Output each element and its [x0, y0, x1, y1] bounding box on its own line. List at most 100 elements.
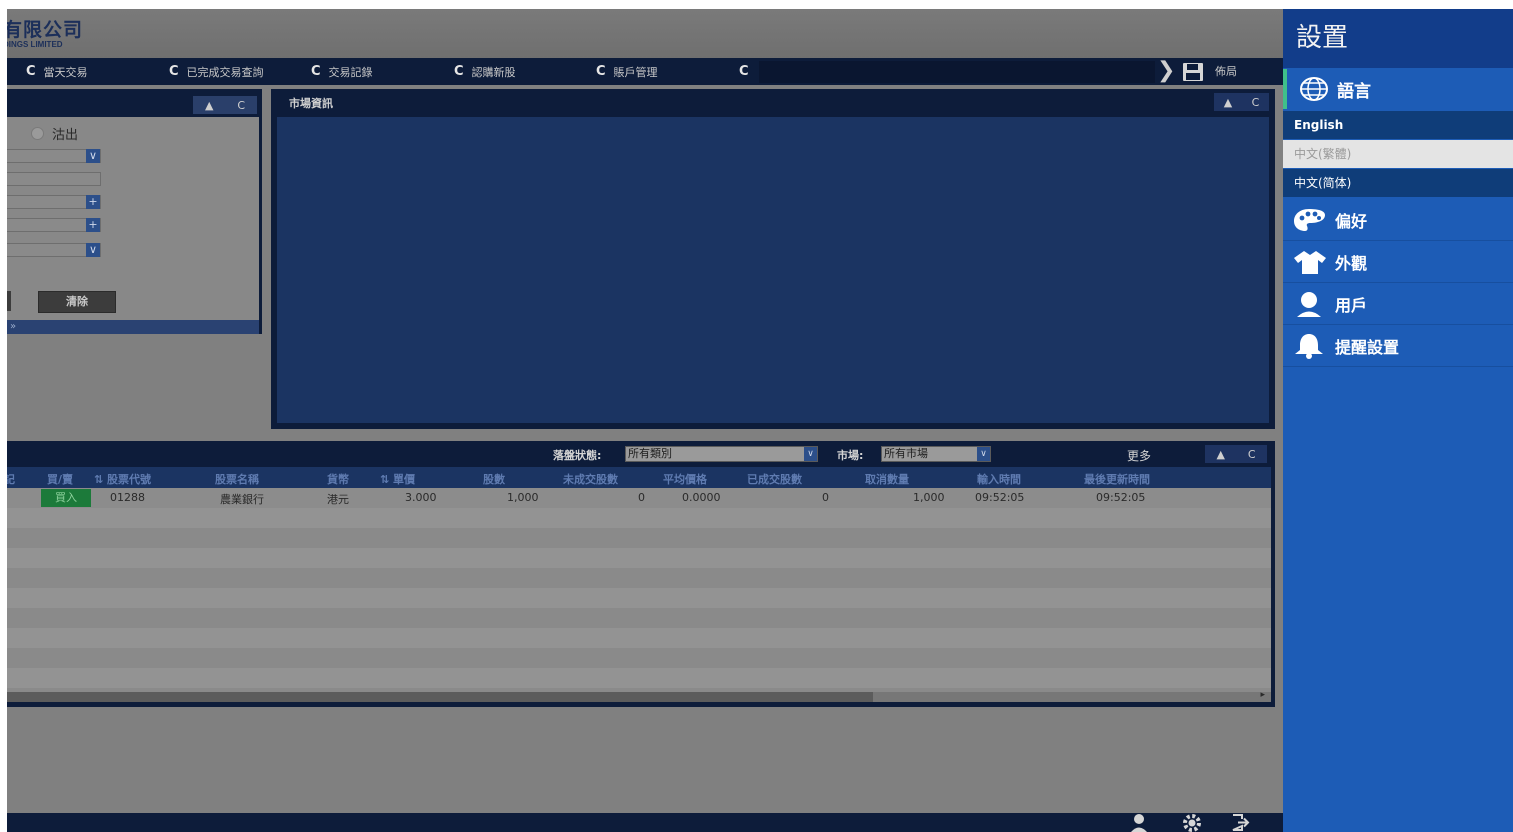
- more-link[interactable]: 更多: [1127, 447, 1151, 464]
- panel-controls: ▲ C: [193, 96, 257, 114]
- gear-icon[interactable]: [1182, 813, 1202, 832]
- settings-item-preferences[interactable]: 偏好: [1283, 199, 1513, 241]
- settings-drawer: 設置 語言 English 中文(繁體) 中文(简体) 偏好 外觀 用戶 提醒設…: [1283, 9, 1513, 832]
- language-option-simplified-chinese[interactable]: 中文(简体): [1283, 169, 1513, 197]
- refresh-icon[interactable]: C: [237, 99, 245, 112]
- tab-ipo-subscription[interactable]: C 認購新股: [454, 58, 516, 85]
- horizontal-scrollbar[interactable]: ▸: [7, 690, 1271, 702]
- column-header[interactable]: ⇅ 單價: [380, 471, 415, 487]
- column-header[interactable]: ⇅ 股票代號: [94, 471, 151, 487]
- market-filter-select[interactable]: 所有市場 ∨: [881, 446, 991, 462]
- logout-icon[interactable]: [1231, 813, 1251, 832]
- refresh-icon[interactable]: C: [169, 64, 179, 79]
- order-panel-header: ▲ C: [7, 92, 259, 117]
- header-bar: 有限公司 DINGS LIMITED: [7, 9, 1283, 58]
- unfilled-cell: 0: [638, 491, 645, 504]
- submit-button[interactable]: [7, 291, 11, 311]
- radio-button[interactable]: [31, 127, 44, 140]
- order-status-select[interactable]: 所有類別 ∨: [625, 446, 818, 462]
- orders-panel: 落盤狀態: 所有類別 ∨ 市場: 所有市場 ∨ 更多 ▲ C 記 買/賣 ⇅ 股…: [7, 441, 1275, 707]
- sell-radio-option[interactable]: 沽出: [31, 124, 78, 143]
- collapse-icon[interactable]: ▲: [1224, 96, 1232, 109]
- orders-table-body: 買入 01288 農業銀行 港元 3.000 1,000 0 0.0000 0 …: [7, 488, 1271, 698]
- settings-item-appearance[interactable]: 外觀: [1283, 241, 1513, 283]
- column-header[interactable]: 平均價格: [663, 471, 707, 487]
- chevron-down-icon[interactable]: ∨: [86, 149, 100, 163]
- avg-price-cell: 0.0000: [682, 491, 721, 504]
- table-row: [7, 508, 1271, 528]
- stepper-field-1[interactable]: +: [7, 195, 101, 209]
- table-row: [7, 548, 1271, 568]
- orders-toolbar: 落盤狀態: 所有類別 ∨ 市場: 所有市場 ∨ 更多 ▲ C: [7, 441, 1275, 467]
- language-option-traditional-chinese[interactable]: 中文(繁體): [1283, 140, 1513, 168]
- scroll-right-icon[interactable]: ▸: [1260, 690, 1265, 700]
- order-status-value: 所有類別: [628, 447, 672, 460]
- text-field[interactable]: [7, 172, 101, 186]
- tab-label: 已完成交易查詢: [186, 65, 264, 79]
- panel-controls: ▲ C: [1214, 93, 1269, 111]
- input-time-cell: 09:52:05: [975, 491, 1025, 504]
- footer-bar: [7, 813, 1283, 832]
- palette-icon: [1294, 208, 1325, 231]
- refresh-icon[interactable]: C: [26, 64, 36, 79]
- order-status-label: 落盤狀態:: [553, 449, 602, 462]
- refresh-icon[interactable]: C: [739, 64, 749, 79]
- column-header[interactable]: 最後更新時間: [1084, 471, 1150, 487]
- column-header[interactable]: 貨幣: [327, 471, 349, 487]
- dropdown-field-1[interactable]: ∨: [7, 149, 101, 163]
- company-logo: 有限公司 DINGS LIMITED: [7, 21, 83, 49]
- scrollbar-thumb[interactable]: [7, 692, 873, 702]
- tab-label: 認購新股: [471, 65, 516, 79]
- tab-extra[interactable]: C: [739, 58, 757, 85]
- market-filter-label: 市場:: [837, 449, 864, 462]
- refresh-icon[interactable]: C: [454, 64, 464, 79]
- expand-icon[interactable]: »: [10, 321, 16, 332]
- settings-item-user[interactable]: 用戶: [1283, 283, 1513, 325]
- column-header[interactable]: 已成交股數: [747, 471, 802, 487]
- market-info-content: [277, 117, 1269, 423]
- refresh-icon[interactable]: C: [1252, 96, 1260, 109]
- language-option-english[interactable]: English: [1283, 111, 1513, 139]
- stock-name-cell: 農業銀行: [220, 493, 264, 506]
- chevron-down-icon[interactable]: ∨: [977, 447, 990, 461]
- column-header[interactable]: 輸入時間: [977, 471, 1021, 487]
- bell-icon: [1295, 333, 1323, 359]
- table-row[interactable]: 買入 01288 農業銀行 港元 3.000 1,000 0 0.0000 0 …: [7, 488, 1271, 508]
- plus-icon[interactable]: +: [86, 195, 100, 209]
- chevron-right-icon[interactable]: ❯: [1157, 59, 1175, 83]
- save-icon[interactable]: [1183, 63, 1203, 81]
- column-header[interactable]: 未成交股數: [563, 471, 618, 487]
- collapse-icon[interactable]: ▲: [205, 99, 213, 112]
- table-row: [7, 668, 1271, 688]
- refresh-icon[interactable]: C: [1248, 448, 1256, 461]
- market-info-panel: 市場資訊 ▲ C: [271, 89, 1275, 429]
- column-header[interactable]: 取消數量: [865, 471, 909, 487]
- stepper-field-2[interactable]: +: [7, 218, 101, 232]
- refresh-icon[interactable]: C: [311, 64, 321, 79]
- table-row: [7, 608, 1271, 628]
- user-icon[interactable]: [1129, 813, 1149, 832]
- column-header[interactable]: 股票名稱: [215, 471, 259, 487]
- layout-label[interactable]: 佈局: [1215, 58, 1237, 85]
- table-row: [7, 588, 1271, 608]
- chevron-down-icon[interactable]: ∨: [86, 243, 100, 257]
- market-filter-value: 所有市場: [884, 447, 928, 460]
- tab-account-management[interactable]: C 賬戶管理: [596, 58, 658, 85]
- dropdown-field-2[interactable]: ∨: [7, 243, 101, 257]
- table-row: [7, 628, 1271, 648]
- tab-today-trades[interactable]: C 當天交易: [26, 58, 88, 85]
- settings-item-alerts[interactable]: 提醒設置: [1283, 325, 1513, 367]
- settings-item-label: 用戶: [1335, 295, 1368, 315]
- tab-completed-trades[interactable]: C 已完成交易查詢: [169, 58, 264, 85]
- settings-item-label: 提醒設置: [1335, 337, 1400, 357]
- collapse-icon[interactable]: ▲: [1216, 448, 1224, 461]
- tab-trade-records[interactable]: C 交易記錄: [311, 58, 373, 85]
- column-header[interactable]: 買/賣: [47, 471, 73, 487]
- column-header[interactable]: 股數: [483, 471, 505, 487]
- language-section-header[interactable]: 語言: [1283, 69, 1513, 109]
- column-header[interactable]: 記: [7, 471, 15, 487]
- plus-icon[interactable]: +: [86, 218, 100, 232]
- refresh-icon[interactable]: C: [596, 64, 606, 79]
- chevron-down-icon[interactable]: ∨: [804, 447, 817, 461]
- clear-button[interactable]: 清除: [38, 291, 116, 313]
